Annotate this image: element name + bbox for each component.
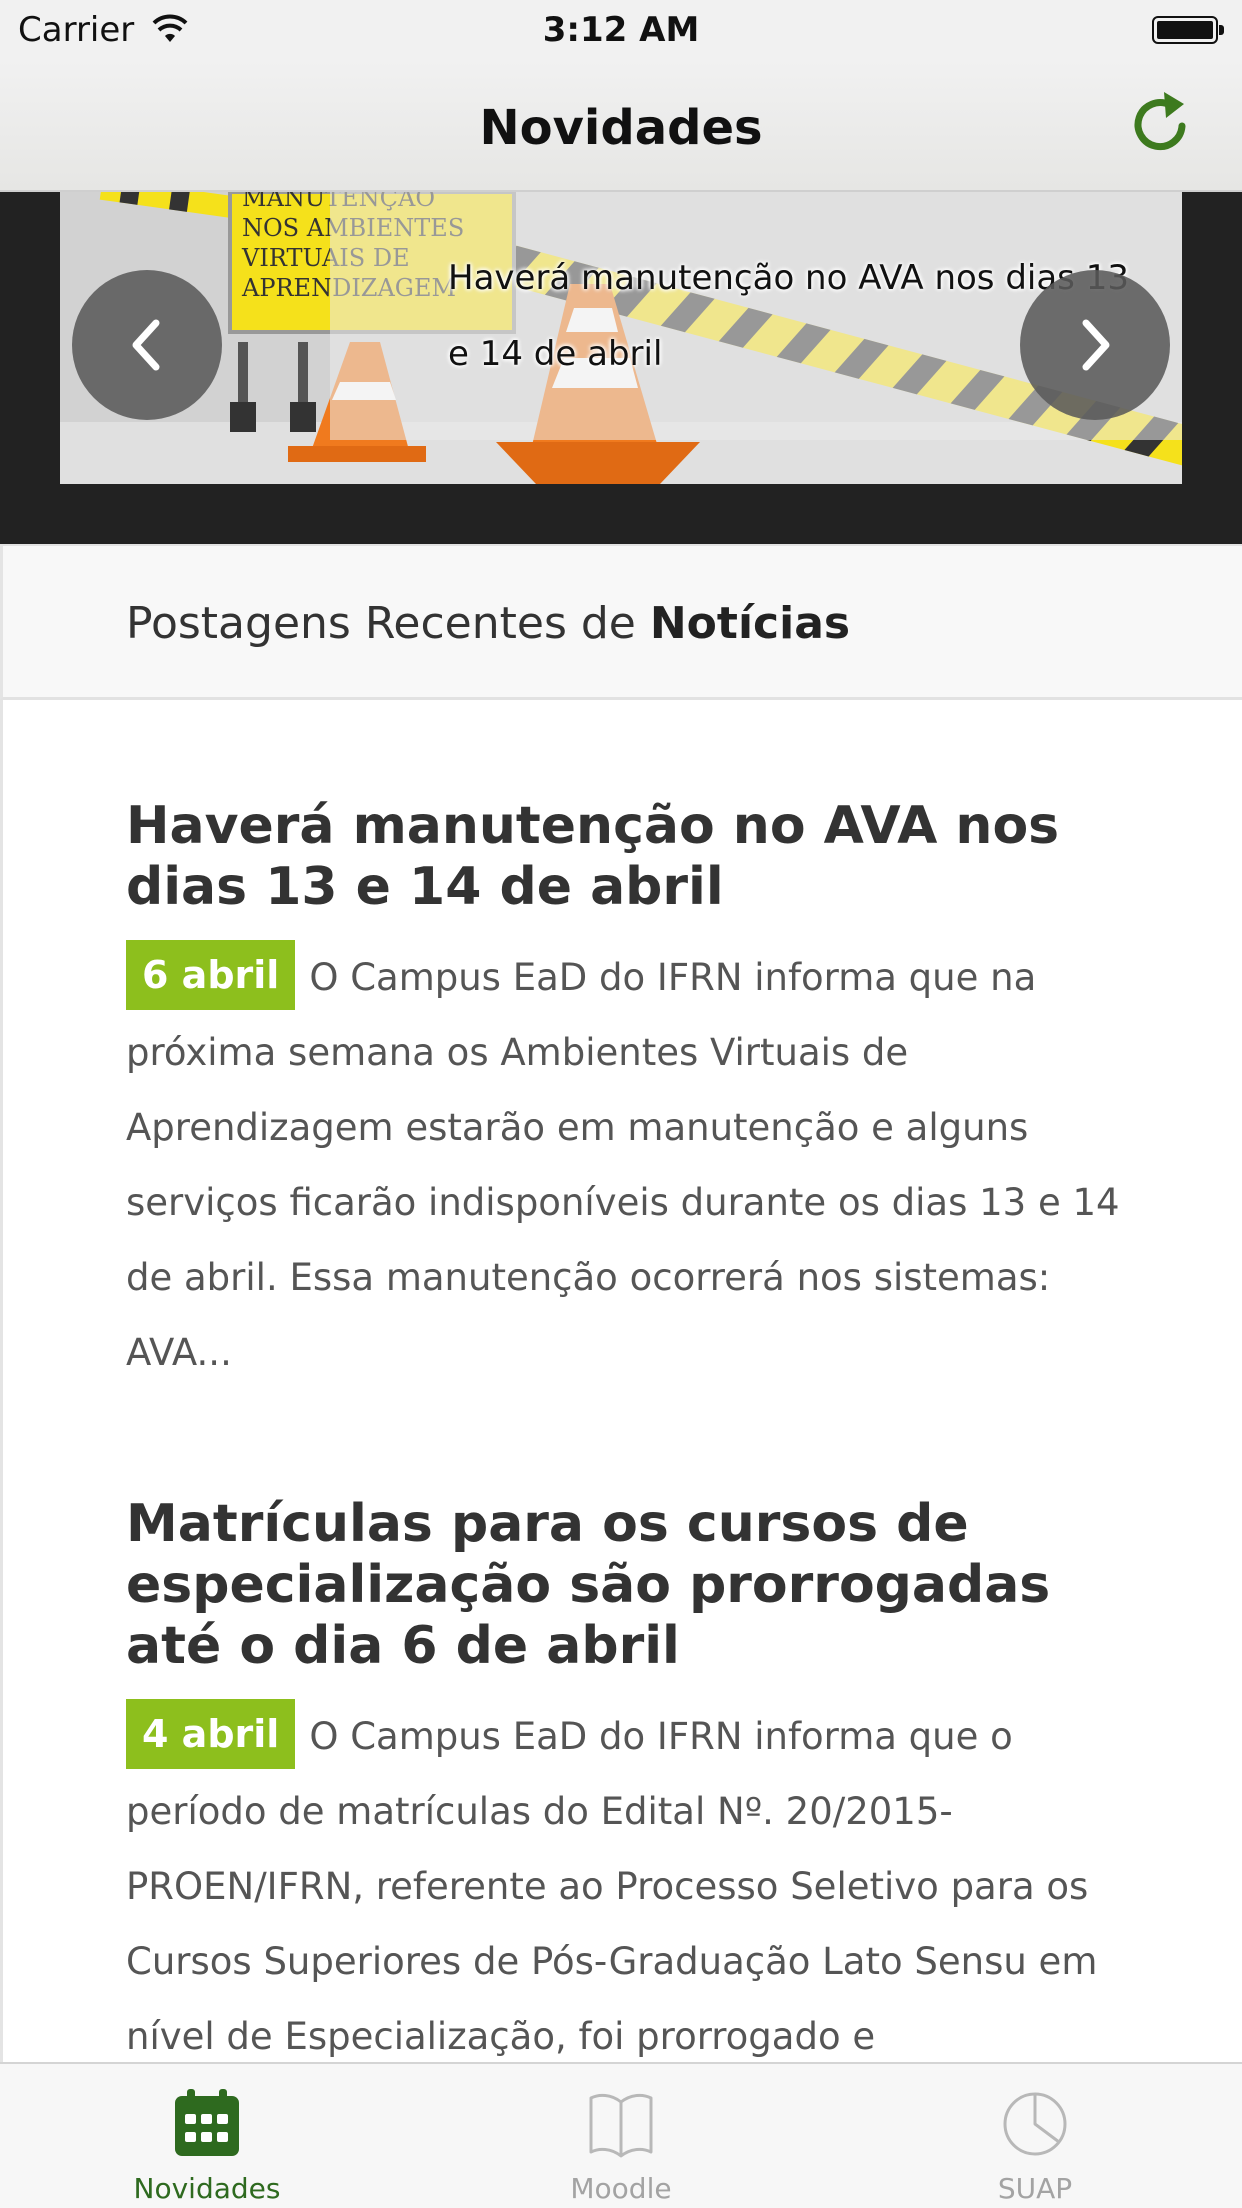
post-item[interactable]: Haverá manutenção no AVA nos dias 13 e 1…	[126, 796, 1126, 1390]
book-icon	[589, 2093, 653, 2158]
post-title[interactable]: Haverá manutenção no AVA nos dias 13 e 1…	[126, 796, 1126, 918]
status-time: 3:12 AM	[542, 10, 700, 50]
refresh-icon[interactable]	[1126, 88, 1198, 160]
post-title[interactable]: Matrículas para os cursos de especializa…	[126, 1494, 1126, 1677]
carousel-prev-button[interactable]	[72, 270, 222, 420]
post-excerpt: O Campus EaD do IFRN informa que na próx…	[126, 956, 1120, 1374]
status-bar: Carrier 3:12 AM	[0, 0, 1242, 60]
post-date-badge: 6 abril	[126, 940, 296, 1010]
page-title: Novidades	[479, 100, 763, 156]
tab-label: Moodle	[570, 2172, 672, 2205]
section-header: Postagens Recentes de Notícias	[0, 544, 1242, 700]
news-carousel[interactable]: MANUTENÇÃO NOS AMBIENTES VIRTUAIS DE APR…	[0, 192, 1242, 544]
chevron-right-icon	[1082, 319, 1110, 371]
tab-bar: Novidades Moodle SUAP	[0, 2062, 1242, 2208]
post-body: 6 abril O Campus EaD do IFRN informa que …	[126, 940, 1126, 1390]
carousel-slide[interactable]: MANUTENÇÃO NOS AMBIENTES VIRTUAIS DE APR…	[60, 192, 1182, 484]
section-title-bold: Notícias	[649, 598, 851, 649]
tab-novidades[interactable]: Novidades	[0, 2064, 414, 2208]
tab-label: Novidades	[133, 2172, 281, 2205]
tab-label: SUAP	[997, 2172, 1073, 2205]
post-date-badge: 4 abril	[126, 1699, 296, 1769]
pie-chart-icon	[1003, 2092, 1067, 2156]
chevron-left-icon	[132, 319, 160, 371]
section-title: Postagens Recentes de Notícias	[126, 598, 850, 649]
section-title-prefix: Postagens Recentes de	[126, 598, 650, 649]
post-item[interactable]: Matrículas para os cursos de especializa…	[126, 1494, 1126, 2062]
posts-list[interactable]: Haverá manutenção no AVA nos dias 13 e 1…	[0, 700, 1242, 2062]
carousel-next-button[interactable]	[1020, 270, 1170, 420]
calendar-icon	[175, 2089, 239, 2156]
navigation-bar: Novidades	[0, 60, 1242, 192]
tab-moodle[interactable]: Moodle	[414, 2064, 828, 2208]
post-body: 4 abril O Campus EaD do IFRN informa que …	[126, 1699, 1126, 2062]
tab-suap[interactable]: SUAP	[828, 2064, 1242, 2208]
battery-icon	[1152, 16, 1224, 44]
